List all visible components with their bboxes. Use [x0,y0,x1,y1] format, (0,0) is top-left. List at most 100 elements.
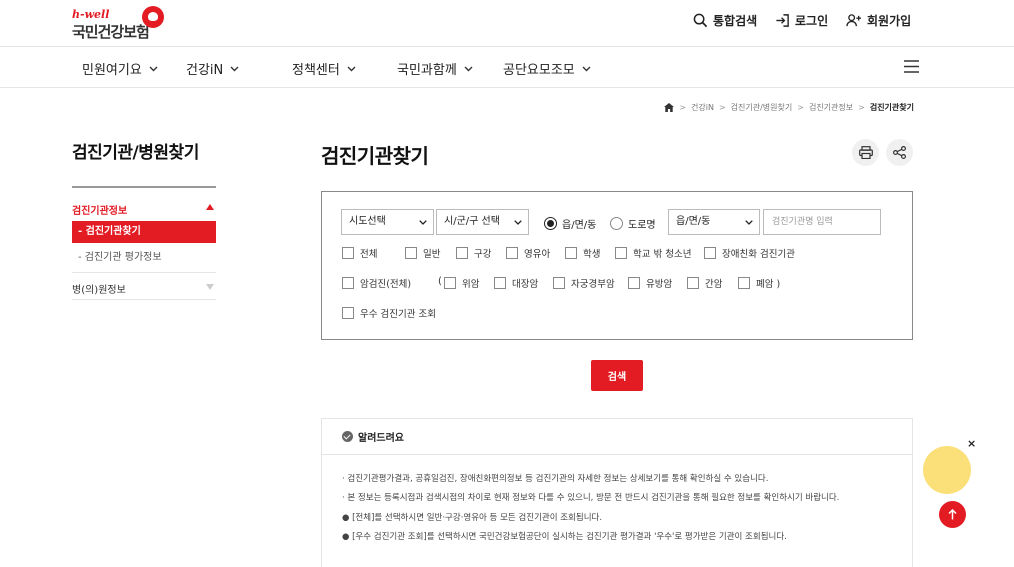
print-button[interactable] [852,139,879,166]
check-label: 유방암 [646,279,673,290]
check-liver-cancer[interactable]: 간암 [687,276,722,290]
signup-link[interactable]: 회원가입 [846,12,911,29]
breadcrumb-item[interactable]: 검진기관/병원찾기 [731,102,793,113]
check-label: 우수 검진기관 조회 [360,309,436,320]
checkbox [342,277,354,289]
logo-en-text: h-well [72,8,110,21]
chevron-down-icon [230,66,239,71]
emd-select-value: 읍/면/동 [676,216,711,227]
sido-select[interactable]: 시도선택 [341,209,434,235]
check-general[interactable]: 일반 [405,246,440,260]
signup-label: 회원가입 [867,14,912,28]
checkbox [615,247,627,259]
check-out-of-school-youth[interactable]: 학교 밖 청소년 [615,246,691,260]
global-nav: 민원여기요 건강iN 정책센터 국민과함께 공단요모조모 [0,47,1014,88]
share-button[interactable] [886,139,913,166]
chevron-down-icon [347,66,356,71]
gnb-item-label: 정책센터 [292,63,340,78]
check-infant[interactable]: 영유아 [506,246,550,260]
scroll-top-button[interactable] [939,501,966,528]
check-student[interactable]: 학생 [565,246,600,260]
checkbox [342,247,354,259]
check-cancer-all[interactable]: 암검진(전체) [342,276,411,290]
institution-name-input[interactable] [763,209,881,235]
checkbox [506,247,518,259]
check-colon-cancer[interactable]: 대장암 [494,276,538,290]
floating-close-button[interactable]: × [967,437,976,450]
breadcrumb-current: 검진기관찾기 [869,103,914,112]
lnb-subitem-find-checkup[interactable]: - 검진기관찾기 [72,221,216,243]
check-cervical-cancer[interactable]: 자궁경부암 [553,276,615,290]
gnb-item-civil[interactable]: 민원여기요 [82,59,158,78]
radio-road-label: 도로명 [628,220,656,231]
radio-dot [610,217,623,230]
login-icon [776,14,789,27]
sigungu-select[interactable]: 시/군/구 선택 [436,209,529,235]
check-breast-cancer[interactable]: 유방암 [628,276,672,290]
check-all[interactable]: 전체 [342,246,377,260]
breadcrumb-item[interactable]: 검진기관정보 [809,102,853,113]
notice-title: 알려드려요 [358,433,404,444]
checkbox [553,277,565,289]
sigungu-select-value: 시/군/구 선택 [444,216,500,227]
integrated-search-link[interactable]: 통합검색 [693,12,757,29]
check-dental[interactable]: 구강 [456,246,491,260]
logo-ko-text: 국민건강보험 [72,23,150,41]
emd-select[interactable]: 읍/면/동 [668,209,760,235]
search-button[interactable]: 검색 [591,360,643,391]
notice-item: ● [전체]를 선택하시면 일반·구강·영유아 등 모든 검진기관이 조회됩니다… [342,513,603,523]
lnb-subitem-evaluation[interactable]: - 검진기관 평가정보 [72,248,162,263]
chevron-down-icon [419,220,427,225]
gnb-item-label: 국민과함께 [397,63,457,78]
check-excellent-institution[interactable]: 우수 검진기관 조회 [342,306,436,320]
login-link[interactable]: 로그인 [775,12,828,29]
check-disability-friendly[interactable]: 장애친화 검진기관 [704,246,795,260]
gnb-item-label: 민원여기요 [82,63,142,78]
check-lung-cancer[interactable]: 폐암 ) [738,276,780,290]
lnb-item-checkup-info[interactable]: 검진기관정보 [72,202,216,217]
check-label: 일반 [423,249,441,260]
site-header: h-well 국민건강보험 통합검색 로그인 회원가입 [0,0,1014,47]
login-label: 로그인 [795,14,829,28]
gnb-item-about[interactable]: 공단요모조모 [503,59,591,78]
chevron-down-icon [582,66,591,71]
gnb-item-health-in[interactable]: 건강iN [186,59,239,78]
print-icon [858,146,873,159]
radio-emd[interactable]: 읍/면/동 [544,216,596,231]
notice-item: · 본 정보는 등록시점과 검색시점의 차이로 현재 정보와 다를 수 있으니,… [342,493,840,503]
breadcrumb-item[interactable]: 건강iN [691,102,714,113]
paren-open: ( [438,276,442,287]
triangle-down-icon [206,284,214,290]
check-label: 폐암 ) [756,279,781,290]
checkbox [687,277,699,289]
notice-panel: 알려드려요 · 검진기관평가결과, 공휴일검진, 장애친화편의정보 등 검진기관… [321,418,913,567]
lnb-item-hospital-info[interactable]: 병(의)원정보 [72,281,216,296]
home-icon[interactable] [664,103,675,112]
check-label: 구강 [474,249,492,260]
check-label: 대장암 [512,279,539,290]
gnb-item-label: 건강iN [186,63,224,78]
check-label: 암검진(전체) [360,279,412,290]
hamburger-icon[interactable] [904,60,919,73]
check-label: 학생 [583,249,601,260]
breadcrumb: > 건강iN > 검진기관/병원찾기 > 검진기관정보 > 검진기관찾기 [664,102,914,113]
radio-road[interactable]: 도로명 [610,216,656,231]
lnb-divider [72,272,216,273]
check-label: 영유아 [524,249,551,260]
chevron-down-icon [745,220,753,225]
gnb-item-policy[interactable]: 정책센터 [292,59,356,78]
site-logo[interactable]: h-well 국민건강보험 [72,6,172,42]
chevron-down-icon [514,220,522,225]
search-icon [693,13,708,28]
notice-header: 알려드려요 [322,419,912,455]
notice-item: · 검진기관평가결과, 공휴일검진, 장애친화편의정보 등 검진기관의 자세한 … [342,474,769,484]
checkbox [405,247,417,259]
triangle-up-icon [206,204,214,210]
share-icon [893,146,906,159]
gnb-item-together[interactable]: 국민과함께 [397,59,473,78]
floating-banner[interactable] [923,446,971,494]
check-stomach-cancer[interactable]: 위암 [444,276,479,290]
lnb-item-label: 검진기관정보 [72,206,128,217]
arrow-up-icon [948,509,957,520]
check-label: 학교 밖 청소년 [633,249,692,260]
